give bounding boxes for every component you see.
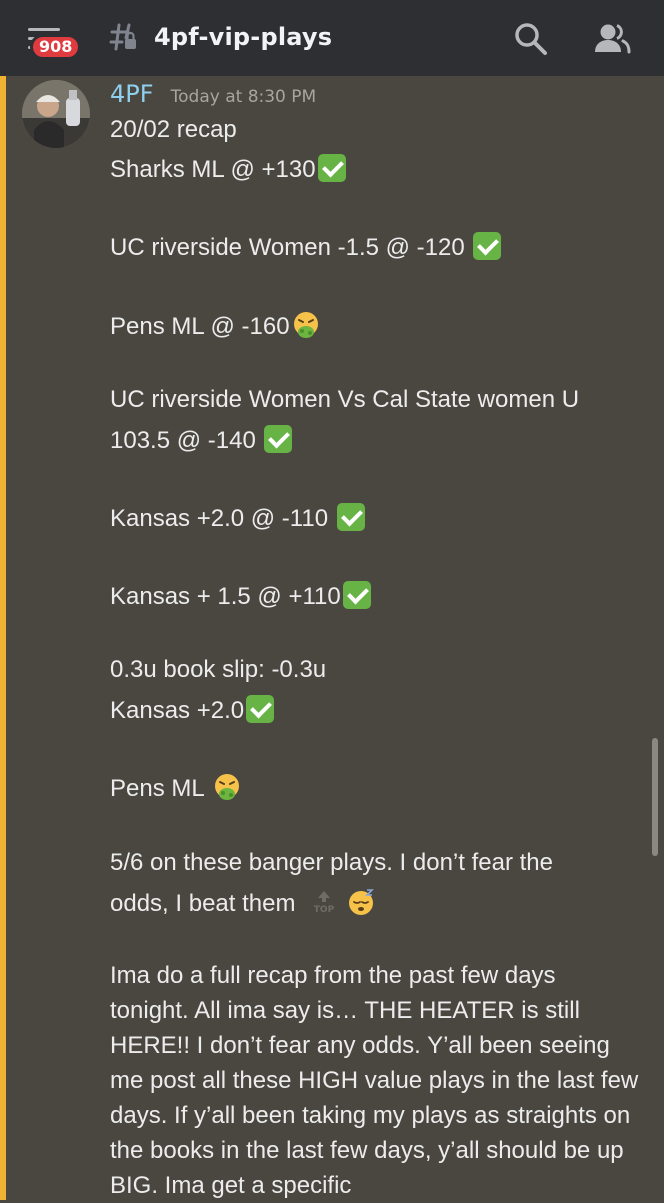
white-check-mark-emoji — [473, 232, 502, 260]
members-icon[interactable] — [592, 20, 632, 58]
message-line: Kansas +2.0 @ -110 — [110, 501, 630, 537]
message-paragraph: Ima do a full recap from the past few da… — [110, 962, 639, 1199]
white-check-mark-emoji — [336, 503, 365, 531]
svg-text:TOP: TOP — [314, 905, 335, 915]
scrollbar-thumb[interactable] — [652, 738, 658, 856]
message-line: UC riverside Women -1.5 @ -120 — [110, 230, 630, 266]
message-line: 20/02 recap — [110, 112, 630, 148]
message-text: Kansas +2.0 @ -110 — [110, 505, 329, 532]
message-line: 0.3u book slip: -0.3u — [110, 652, 630, 688]
message-line: 5/6 on these banger plays. I don’t fear … — [110, 845, 630, 881]
message-text: Kansas +2.0 — [110, 697, 245, 724]
message-timestamp: Today at 8:30 PM — [170, 87, 317, 107]
author-name[interactable]: 4PF — [110, 80, 154, 108]
message-text: Pens ML — [110, 775, 204, 802]
message-text: odds, I beat them — [110, 890, 296, 917]
message-text: 5/6 on these banger plays. I don’t fear … — [110, 849, 553, 876]
message-header: 4PF Today at 8:30 PM — [110, 80, 316, 110]
nauseated-face-emoji — [214, 774, 239, 800]
message-line: Kansas + 1.5 @ +110 — [110, 579, 630, 615]
message-line: Sharks ML @ +130 — [110, 152, 630, 188]
message-line: 103.5 @ -140 — [110, 423, 630, 459]
message-line: Pens ML — [110, 771, 630, 807]
message-line: odds, I beat them TOP — [110, 886, 630, 922]
message-text: 0.3u book slip: -0.3u — [110, 656, 327, 683]
white-check-mark-emoji — [264, 425, 293, 453]
white-check-mark-emoji — [246, 695, 275, 723]
message-text: 103.5 @ -140 — [110, 427, 256, 454]
channel-title: 4pf-vip-plays — [154, 23, 333, 51]
search-icon[interactable] — [512, 20, 550, 58]
top-arrow-emoji: TOP — [314, 891, 335, 915]
white-check-mark-emoji — [317, 154, 346, 182]
avatar[interactable] — [22, 80, 90, 148]
nauseated-face-emoji — [293, 312, 318, 338]
channel-header: 908 4pf-vip-plays — [0, 0, 664, 76]
message-text: Sharks ML @ +130 — [110, 156, 316, 183]
unread-badge: 908 — [30, 34, 82, 60]
message-line: Pens ML @ -160 — [110, 309, 630, 345]
message-text: Kansas + 1.5 @ +110 — [110, 583, 341, 610]
highlight-accent-bar — [0, 76, 6, 1200]
message-line: Kansas +2.0 — [110, 693, 630, 729]
white-check-mark-emoji — [342, 581, 371, 609]
message-text: 20/02 recap — [110, 116, 237, 143]
text-channel-hash-icon — [109, 23, 136, 51]
sleeping-face-emoji — [348, 889, 374, 915]
message-line: UC riverside Women Vs Cal State women U — [110, 382, 630, 418]
message-text: UC riverside Women -1.5 @ -120 — [110, 234, 465, 261]
message-text: UC riverside Women Vs Cal State women U — [110, 386, 580, 413]
message-text: Pens ML @ -160 — [110, 313, 290, 340]
